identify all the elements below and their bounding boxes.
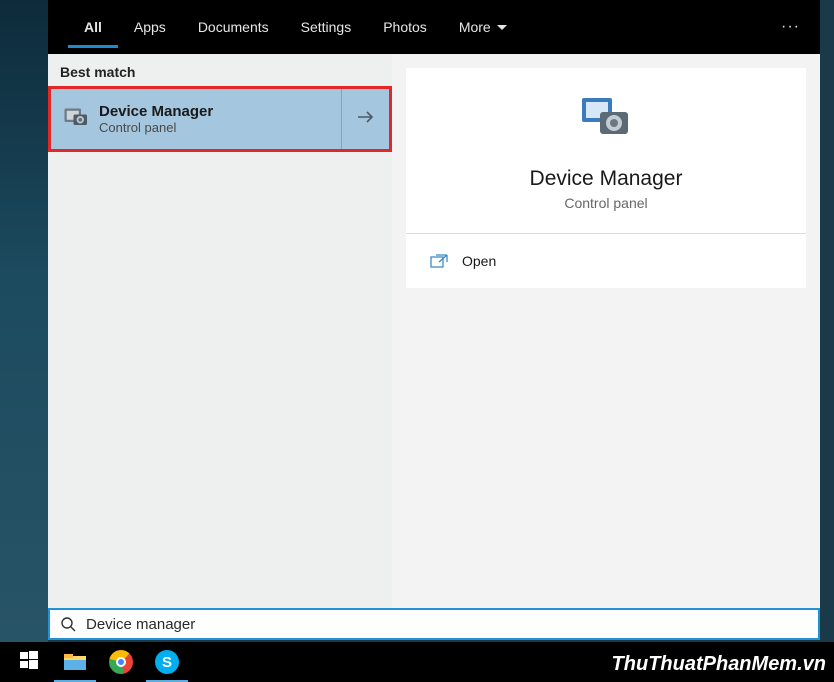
desktop-wallpaper-strip [0, 0, 48, 682]
result-highlight-box: Device Manager Control panel [48, 86, 392, 152]
result-text: Device Manager Control panel [99, 103, 341, 135]
tab-all[interactable]: All [68, 0, 118, 54]
file-explorer-icon [64, 652, 86, 672]
detail-subtitle: Control panel [564, 195, 647, 211]
result-subtitle: Control panel [99, 120, 341, 135]
tab-photos[interactable]: Photos [367, 0, 443, 54]
search-box[interactable] [48, 608, 820, 640]
start-search-panel: All Apps Documents Settings Photos More … [48, 0, 820, 640]
overflow-menu-button[interactable]: ··· [781, 0, 800, 54]
result-expand-arrow[interactable] [341, 89, 389, 149]
chrome-icon [109, 650, 133, 674]
taskbar: S [0, 642, 834, 682]
device-manager-icon [51, 104, 99, 134]
tab-settings[interactable]: Settings [285, 0, 368, 54]
search-content-area: Best match Device Manager [48, 54, 820, 608]
tab-more-label: More [459, 19, 491, 35]
detail-title: Device Manager [530, 167, 683, 191]
start-button[interactable] [6, 642, 52, 682]
result-device-manager[interactable]: Device Manager Control panel [51, 89, 389, 149]
arrow-right-icon [357, 110, 375, 129]
open-icon [430, 254, 462, 268]
results-column: Best match Device Manager [48, 54, 392, 608]
action-open[interactable]: Open [406, 234, 806, 288]
detail-column: Device Manager Control panel Open [392, 54, 820, 608]
section-best-match: Best match [48, 54, 392, 86]
search-icon [50, 616, 86, 632]
tab-more[interactable]: More [443, 0, 523, 54]
taskbar-skype[interactable]: S [144, 642, 190, 682]
skype-icon: S [155, 650, 179, 674]
result-title: Device Manager [99, 103, 341, 120]
tab-apps[interactable]: Apps [118, 0, 182, 54]
detail-card: Device Manager Control panel [406, 68, 806, 234]
action-open-label: Open [462, 253, 496, 269]
device-manager-icon [576, 94, 636, 151]
search-filter-tabs: All Apps Documents Settings Photos More … [48, 0, 820, 54]
search-input[interactable] [86, 610, 818, 638]
taskbar-file-explorer[interactable] [52, 642, 98, 682]
taskbar-chrome[interactable] [98, 642, 144, 682]
tab-documents[interactable]: Documents [182, 0, 285, 54]
detail-actions: Open [406, 234, 806, 288]
windows-logo-icon [20, 651, 38, 674]
chevron-down-icon [497, 19, 507, 35]
